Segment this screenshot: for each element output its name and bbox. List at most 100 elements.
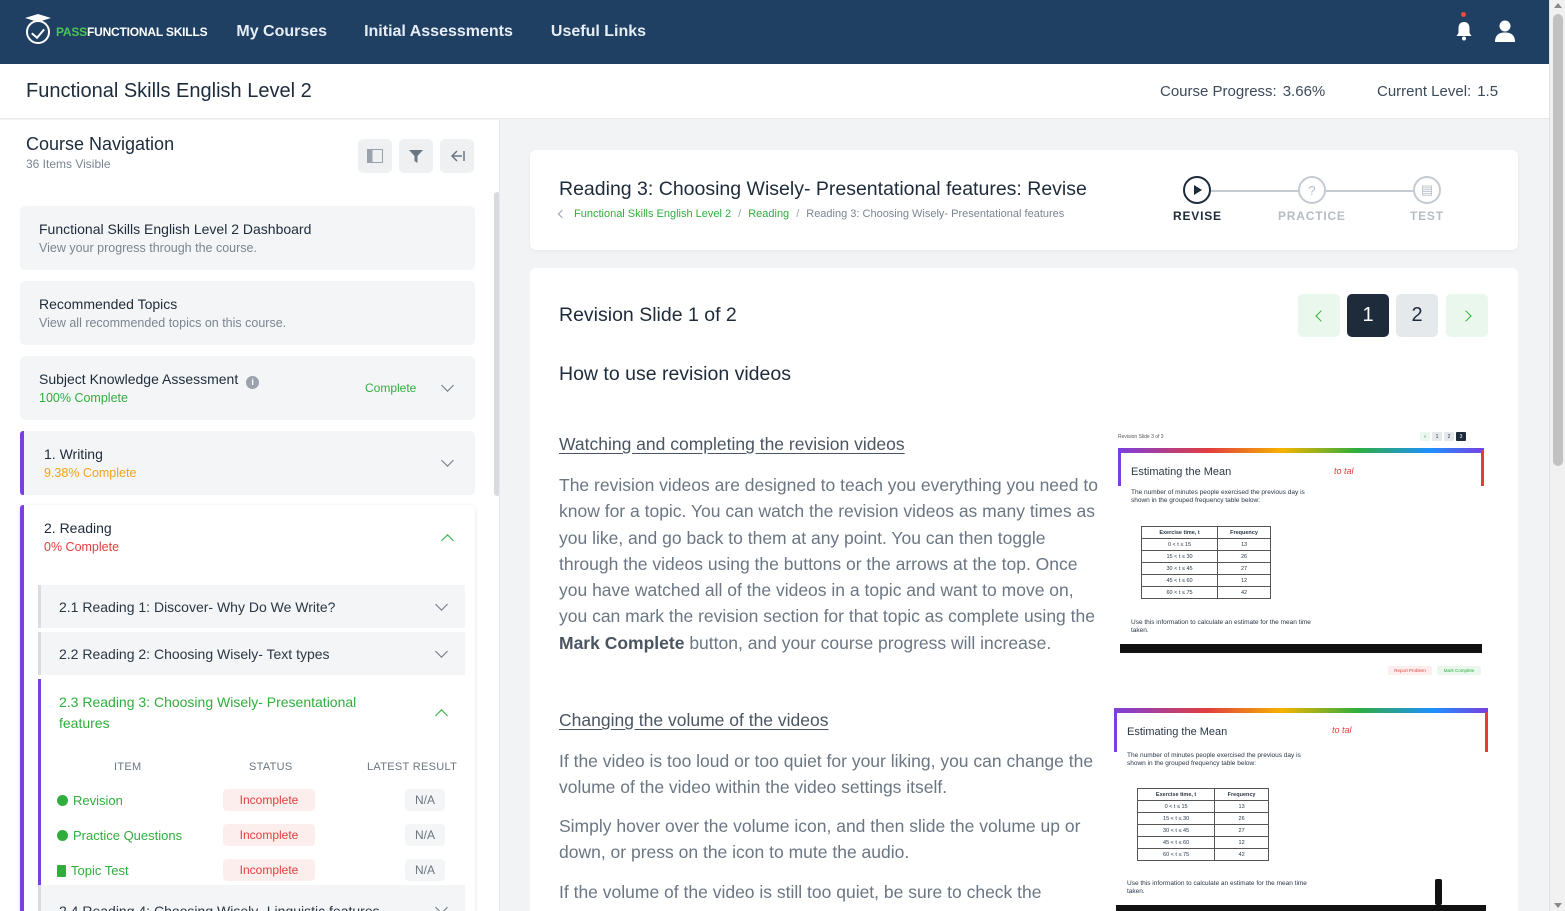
info-icon[interactable]: i: [246, 376, 260, 389]
td: 60 < t ≤ 75: [1136, 848, 1216, 861]
item-topic-test[interactable]: Topic Test: [57, 863, 129, 878]
mini-report-problem: Report Problem: [1388, 666, 1432, 675]
breadcrumb-current: Reading 3: Choosing Wisely- Presentation…: [806, 208, 1065, 220]
chevron-down-icon[interactable]: [435, 901, 448, 911]
breadcrumb-reading[interactable]: Reading: [748, 208, 789, 220]
chevron-left-icon: [1314, 309, 1327, 322]
reading-title: 2. Reading: [44, 520, 112, 536]
sidebar-scrollbar[interactable]: [494, 192, 499, 496]
question-icon: ?: [1308, 182, 1316, 198]
th: Exercise time, t: [1140, 526, 1219, 539]
course-progress: Course Progress: 3.66%: [1160, 83, 1325, 100]
step-label-practice: PRACTICE: [1278, 209, 1346, 223]
page-scrollbar[interactable]: [1549, 0, 1565, 911]
lesson-header-card: Reading 3: Choosing Wisely- Presentation…: [530, 150, 1518, 250]
status-badge: Incomplete: [223, 789, 315, 811]
nav-my-courses[interactable]: My Courses: [236, 23, 327, 41]
ska-progress: 100% Complete: [39, 391, 128, 405]
step-revise[interactable]: [1183, 176, 1211, 204]
brand-logo[interactable]: PASSFUNCTIONAL SKILLS: [26, 20, 208, 44]
step-practice[interactable]: ?: [1298, 176, 1326, 204]
breadcrumb-separator: /: [796, 208, 800, 220]
course-progress-label: Course Progress:: [1160, 83, 1277, 100]
bell-icon[interactable]: [1455, 21, 1473, 41]
scroll-up-arrow-icon[interactable]: [1554, 3, 1562, 8]
chevron-down-icon[interactable]: [435, 598, 448, 611]
subject-knowledge-card[interactable]: Subject Knowledge Assessment i 100% Comp…: [20, 356, 475, 420]
item-label: Practice Questions: [73, 828, 183, 843]
status-badge: Incomplete: [223, 859, 315, 881]
item-practice-questions[interactable]: Practice Questions: [57, 828, 182, 843]
video-footer: Use this information to calculate an est…: [1131, 619, 1311, 634]
topic-title: 2.2 Reading 2: Choosing Wisely- Text typ…: [59, 646, 330, 662]
topic-reading-2[interactable]: 2.2 Reading 2: Choosing Wisely- Text typ…: [38, 632, 465, 675]
td: 13: [1217, 538, 1271, 551]
document-icon: ▤: [1420, 182, 1434, 197]
mini-page: 3: [1456, 432, 1466, 441]
frame-accent: [1485, 712, 1488, 752]
status-badge: Incomplete: [223, 824, 315, 846]
video-controls-bar[interactable]: [1120, 644, 1482, 653]
topic-title: 2.3 Reading 3: Choosing Wisely- Presenta…: [59, 694, 357, 731]
slide-title: Revision Slide 1 of 2: [559, 304, 737, 326]
volume-paragraph-3: If the volume of the video is still too …: [559, 882, 1042, 902]
td: 27: [1214, 824, 1269, 837]
revision-video-thumbnail-1[interactable]: Revision Slide 3 of 3 ‹ 1 2 3 Estimating…: [1112, 430, 1490, 680]
chevron-down-icon[interactable]: [441, 379, 454, 392]
prev-slide-button[interactable]: [1298, 294, 1340, 337]
reading-header[interactable]: 2. Reading 0% Complete: [24, 505, 475, 570]
section-heading: How to use revision videos: [559, 363, 791, 385]
ska-status-badge: Complete: [365, 381, 417, 395]
play-icon: [57, 795, 68, 806]
sidebar-layout-icon: [367, 149, 383, 163]
chevron-down-icon[interactable]: [441, 454, 454, 467]
chevron-up-icon[interactable]: [435, 709, 448, 722]
item-revision[interactable]: Revision: [57, 793, 123, 808]
dashboard-card[interactable]: Functional Skills English Level 2 Dashbo…: [20, 206, 475, 270]
collapse-sidebar-button[interactable]: [440, 139, 474, 173]
td: 13: [1214, 800, 1269, 813]
back-chevron-icon[interactable]: [557, 209, 567, 219]
topic-reading-3[interactable]: 2.3 Reading 3: Choosing Wisely- Presenta…: [38, 679, 465, 749]
nav-useful-links[interactable]: Useful Links: [551, 23, 646, 41]
filter-button[interactable]: [399, 139, 433, 173]
td: 0 < t ≤ 15: [1136, 800, 1216, 813]
writing-title: 1. Writing: [44, 446, 103, 462]
scroll-down-arrow-icon[interactable]: [1554, 903, 1562, 908]
step-test[interactable]: ▤: [1413, 176, 1441, 204]
revision-video-thumbnail-2[interactable]: Estimating the Mean to tal The number of…: [1114, 708, 1488, 911]
sidebar-title: Course Navigation: [26, 134, 175, 154]
video-heading: Estimating the Mean: [1127, 726, 1228, 738]
chevron-down-icon[interactable]: [435, 645, 448, 658]
next-slide-button[interactable]: [1446, 294, 1488, 337]
watching-heading: Watching and completing the revision vid…: [559, 434, 905, 454]
topic-reading-4[interactable]: 2.4 Reading 4: Choosing Wisely- Linguist…: [38, 885, 465, 911]
breadcrumb-separator: /: [738, 208, 742, 220]
user-icon[interactable]: [1494, 19, 1516, 43]
td: 12: [1214, 836, 1269, 849]
notification-dot: [1461, 12, 1466, 17]
video-heading: Estimating the Mean: [1131, 466, 1232, 478]
topic-reading-1[interactable]: 2.1 Reading 1: Discover- Why Do We Write…: [38, 585, 465, 628]
scrollbar-thumb[interactable]: [1553, 14, 1563, 466]
current-level: Current Level: 1.5: [1377, 83, 1498, 100]
video-controls-bar[interactable]: [1116, 905, 1486, 911]
result-badge: N/A: [405, 859, 445, 881]
item-label: Topic Test: [71, 863, 129, 878]
brand-functional-skills: FUNCTIONAL SKILLS: [87, 25, 208, 39]
recommended-subtitle: View all recommended topics on this cour…: [39, 316, 287, 330]
recommended-topics-card[interactable]: Recommended Topics View all recommended …: [20, 281, 475, 345]
frequency-table: Exercise time, t Frequency 0 < t ≤ 15 13 1…: [1136, 788, 1269, 861]
volume-slider[interactable]: [1435, 879, 1442, 905]
video-intro: The number of minutes people exercised t…: [1131, 489, 1305, 504]
topic-items-table: ITEM STATUS LATEST RESULT Revision Incom…: [38, 749, 465, 889]
unit-writing[interactable]: 1. Writing 9.38% Complete: [20, 431, 475, 495]
chevron-up-icon[interactable]: [441, 534, 454, 547]
col-latest-result: LATEST RESULT: [367, 761, 458, 773]
revision-content-card: Revision Slide 1 of 2 1 2 How to use rev…: [530, 268, 1518, 911]
nav-initial-assessments[interactable]: Initial Assessments: [364, 23, 513, 41]
layout-toggle-button[interactable]: [358, 139, 392, 173]
breadcrumb-course[interactable]: Functional Skills English Level 2: [574, 208, 731, 220]
page-2-button[interactable]: 2: [1396, 294, 1438, 337]
page-1-button[interactable]: 1: [1347, 294, 1389, 337]
